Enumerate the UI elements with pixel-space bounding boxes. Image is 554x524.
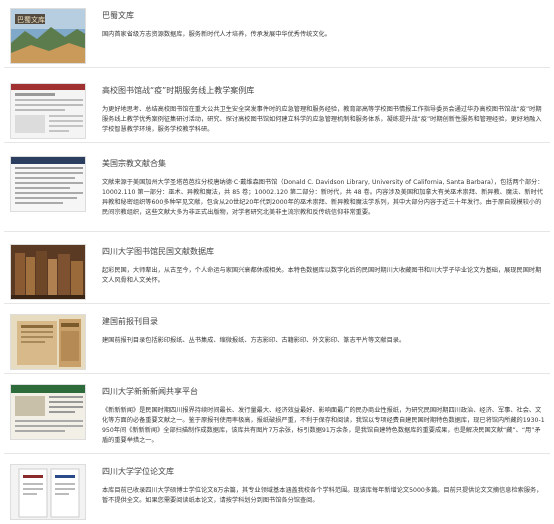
item-description: 国内首家省级方志资源数据库，服务新时代人才培养，传承发展中华优秀传统文化。 [102, 31, 331, 38]
item-description: 起彩民国，大师辈出，从古至今，个人命运与家国兴衰都休戚相关。本特色数据库以数字化… [102, 267, 542, 284]
item-description: 为更好地思考、总结高校图书馆在重大公共卫生安全突发事件时的应急管理和服务经验，教… [102, 106, 542, 133]
item-title[interactable]: 四川大学新新新闻共享平台 [102, 386, 198, 398]
divider [4, 453, 550, 454]
divider [4, 303, 550, 304]
newspaper-stack-image[interactable] [10, 314, 86, 370]
list-item[interactable]: 四川大学新新新闻共享平台 《新新新闻》是民国时期四川报界持续时间最长、发行量最大… [0, 376, 554, 454]
website-screenshot-image[interactable] [10, 83, 86, 139]
divider [4, 373, 550, 374]
divider [4, 231, 550, 232]
item-title[interactable]: 巴蜀文库 [102, 10, 134, 22]
item-title[interactable]: 四川大学图书馆民国文献数据库 [102, 246, 214, 258]
bashu-library-banner-image[interactable]: 巴蜀文库 [10, 8, 86, 64]
divider [4, 142, 550, 143]
item-title[interactable]: 四川大学学位论文库 [102, 466, 174, 478]
item-description: 文献来源于美国加州大学圣塔芭芭拉分校唐纳德·C·戴维森图书馆（Donald C.… [102, 179, 544, 216]
old-books-image[interactable] [10, 244, 86, 300]
svg-text:巴蜀文库: 巴蜀文库 [17, 15, 45, 24]
list-item[interactable]: 美国宗教文献合集 文献来源于美国加州大学圣塔芭芭拉分校唐纳德·C·戴维森图书馆（… [0, 148, 554, 232]
item-title[interactable]: 高校图书馆战“疫”时期服务线上教学案例库 [102, 85, 254, 97]
list-item[interactable]: 高校图书馆战“疫”时期服务线上教学案例库 为更好地思考、总结高校图书馆在重大公共… [0, 75, 554, 143]
divider [4, 67, 550, 68]
list-item[interactable]: 四川大学图书馆民国文献数据库 起彩民国，大师辈出，从古至今，个人命运与家国兴衰都… [0, 236, 554, 304]
list-item[interactable]: 巴蜀文库 巴蜀文库 国内首家省级方志资源数据库，服务新时代人才培养，传承发展中华… [0, 0, 554, 68]
item-description: 建国前报刊目录包括影印报纸、丛书集成、缩微报纸、方志影印、古籍影印、外文影印、篆… [102, 337, 406, 344]
list-item[interactable]: 建国前报刊目录 建国前报刊目录包括影印报纸、丛书集成、缩微报纸、方志影印、古籍影… [0, 306, 554, 374]
thesis-cover-image[interactable] [10, 464, 86, 520]
item-title[interactable]: 建国前报刊目录 [102, 316, 158, 328]
list-item[interactable]: 四川大学学位论文库 本库目前已收录四川大学硕博士学位论文8万余篇，其专业领域基本… [0, 456, 554, 522]
item-description: 本库目前已收录四川大学硕博士学位论文8万余篇，其专业领域基本涵盖我校各个学科范围… [102, 487, 543, 504]
item-title[interactable]: 美国宗教文献合集 [102, 158, 166, 170]
document-screenshot-image[interactable] [10, 156, 86, 212]
newspaper-page-image[interactable] [10, 384, 86, 440]
database-list: 巴蜀文库 巴蜀文库 国内首家省级方志资源数据库，服务新时代人才培养，传承发展中华… [0, 0, 554, 524]
item-description: 《新新新闻》是民国时期四川报界持续时间最长、发行量最大、经济效益最好、影响面最广… [102, 407, 545, 444]
